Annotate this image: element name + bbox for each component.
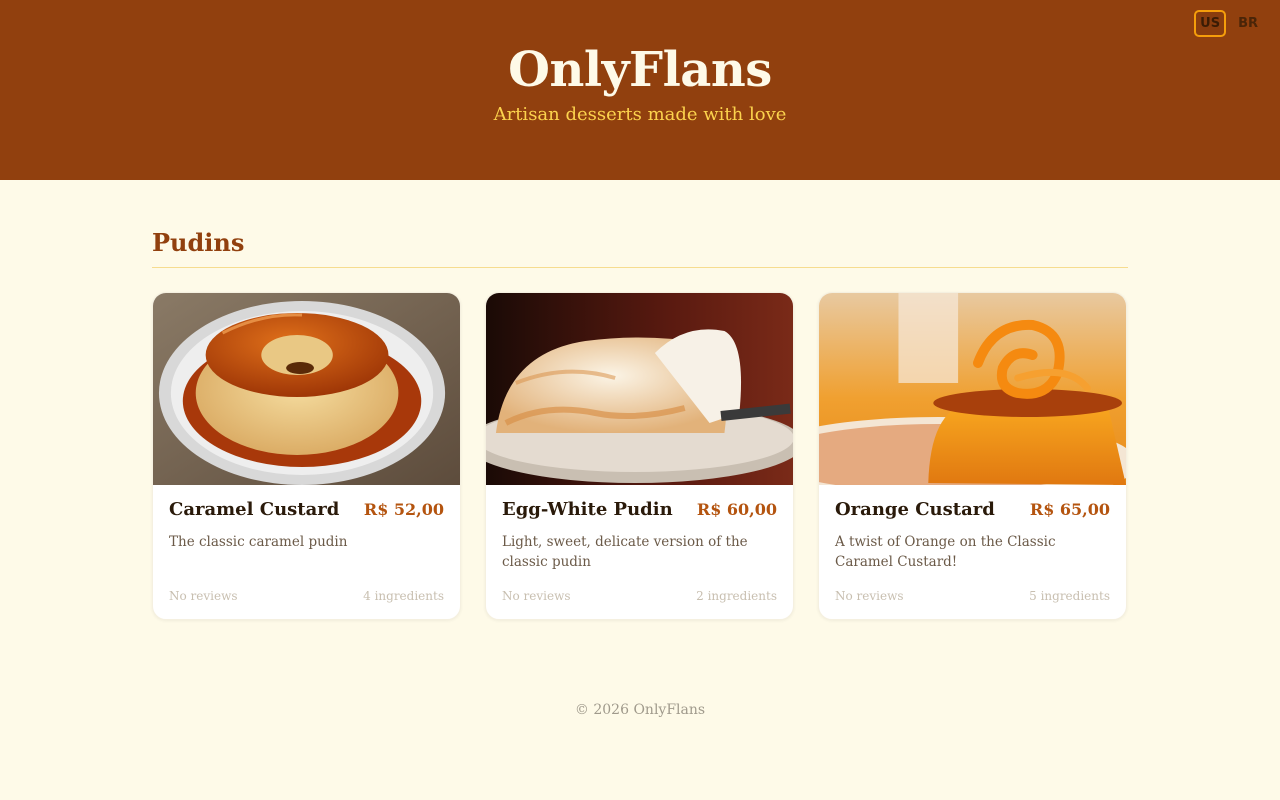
product-description: The classic caramel pudin [169,534,348,550]
product-ingredients: 5 ingredients [1029,589,1110,603]
language-button-br[interactable]: BR [1232,10,1264,37]
product-description: Light, sweet, delicate version of the cl… [502,534,748,570]
product-card[interactable]: Egg-White Pudin R$ 60,00 Light, sweet, d… [485,292,794,620]
product-reviews: No reviews [169,589,238,603]
footer-copyright: © 2026 OnlyFlans [574,702,706,718]
product-grid: Caramel Custard R$ 52,00 The classic car… [152,292,1128,620]
card-body: Orange Custard R$ 65,00 A twist of Orang… [819,485,1126,619]
brand-tagline: Artisan desserts made with love [493,104,787,125]
caramel-flan-photo [153,293,460,485]
product-description: A twist of Orange on the Classic Caramel… [835,534,1056,570]
site-header: OnlyFlans Artisan desserts made with lov… [0,0,1280,180]
product-name: Orange Custard [835,499,995,520]
orange-custard-photo [819,293,1126,485]
card-body: Caramel Custard R$ 52,00 The classic car… [153,485,460,619]
product-reviews: No reviews [502,589,571,603]
site-footer: © 2026 OnlyFlans [0,702,1280,718]
product-card[interactable]: Orange Custard R$ 65,00 A twist of Orang… [818,292,1127,620]
language-button-us[interactable]: US [1194,10,1227,37]
product-name: Caramel Custard [169,499,340,520]
product-price: R$ 52,00 [363,500,444,519]
product-card[interactable]: Caramel Custard R$ 52,00 The classic car… [152,292,461,620]
product-price: R$ 60,00 [696,500,777,519]
product-reviews: No reviews [835,589,904,603]
main-content: Pudins Caramel Custard R$ 52,00 The clas… [152,180,1128,620]
product-ingredients: 2 ingredients [696,589,777,603]
brand-title: OnlyFlans [508,42,772,98]
product-price: R$ 65,00 [1029,500,1110,519]
product-ingredients: 4 ingredients [363,589,444,603]
section-title: Pudins [152,228,1128,268]
egg-white-pudin-photo [486,293,793,485]
product-name: Egg-White Pudin [502,499,673,520]
language-switcher: US BR [1194,10,1264,37]
card-body: Egg-White Pudin R$ 60,00 Light, sweet, d… [486,485,793,619]
